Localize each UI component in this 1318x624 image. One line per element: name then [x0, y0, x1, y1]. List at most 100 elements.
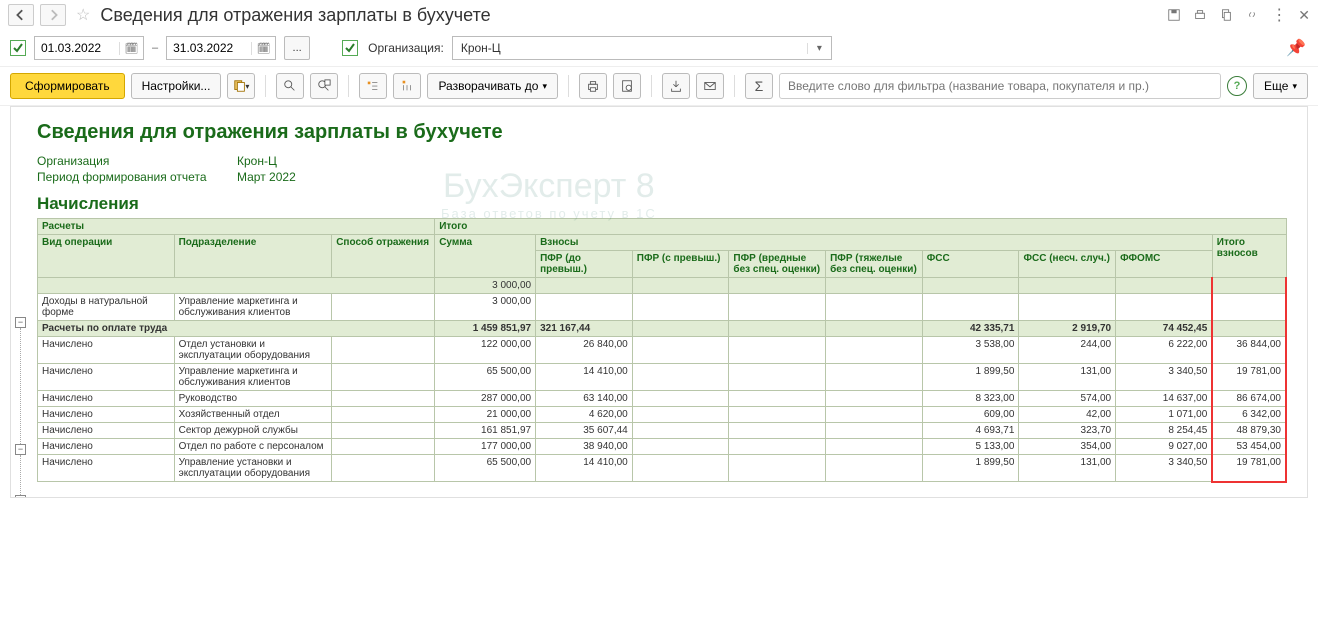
table-cell: Управление маркетинга и обслуживания кли…: [174, 294, 332, 321]
close-icon[interactable]: ✕: [1298, 7, 1310, 24]
title-actions: ⋮ ✕: [1167, 5, 1310, 25]
table-cell: [332, 364, 435, 391]
table-cell: [729, 407, 826, 423]
table-row: НачисленоСектор дежурной службы161 851,9…: [38, 423, 1287, 439]
tree-collapse-node[interactable]: −: [15, 317, 26, 328]
table-cell: [1212, 321, 1286, 337]
table-cell: [826, 364, 923, 391]
chevron-down-icon[interactable]: ▾: [807, 43, 831, 54]
org-select[interactable]: Крон-Ц ▾: [452, 36, 832, 60]
date-to-input[interactable]: [167, 41, 251, 55]
save-icon[interactable]: [1167, 8, 1181, 22]
settings-button[interactable]: Настройки...: [131, 73, 222, 99]
expand-one-button[interactable]: [310, 73, 338, 99]
horizontal-scrollbar[interactable]: [20, 498, 1298, 512]
toolbar: Сформировать Настройки... ▾ Разворачиват…: [0, 67, 1318, 106]
email-button[interactable]: [696, 73, 724, 99]
collapse-cols-button[interactable]: [393, 73, 421, 99]
copy-icon[interactable]: [1219, 8, 1233, 22]
table-cell: [536, 294, 633, 321]
generate-button[interactable]: Сформировать: [10, 73, 125, 99]
collapse-rows-button[interactable]: [359, 73, 387, 99]
table-cell: 48 879,30: [1212, 423, 1286, 439]
org-checkbox[interactable]: [342, 40, 358, 56]
calendar-icon[interactable]: 🗓: [119, 42, 143, 55]
date-to-field[interactable]: 🗓: [166, 36, 276, 60]
date-from-input[interactable]: [35, 41, 119, 55]
table-cell: 26 840,00: [536, 337, 633, 364]
table-cell: 63 140,00: [536, 391, 633, 407]
tree-collapse-node[interactable]: −: [15, 444, 26, 455]
variant-button[interactable]: ▾: [227, 73, 255, 99]
table-row: НачисленоОтдел по работе с персоналом177…: [38, 439, 1287, 455]
table-cell: [332, 455, 435, 482]
table-cell: Управление маркетинга и обслуживания кли…: [174, 364, 332, 391]
table-cell: Начислено: [38, 364, 175, 391]
table-cell: 3 000,00: [435, 278, 536, 294]
print-preview-button[interactable]: [613, 73, 641, 99]
dash: –: [152, 42, 158, 54]
table-cell: 65 500,00: [435, 364, 536, 391]
print-button[interactable]: [579, 73, 607, 99]
table-cell: 38 940,00: [536, 439, 633, 455]
table-cell: [826, 439, 923, 455]
table-cell: 1 899,50: [922, 364, 1019, 391]
table-cell: 8 323,00: [922, 391, 1019, 407]
table-cell: [922, 278, 1019, 294]
table-cell: 574,00: [1019, 391, 1116, 407]
table-cell: Хозяйственный отдел: [174, 407, 332, 423]
sum-button[interactable]: Σ: [745, 73, 773, 99]
filter-input[interactable]: [779, 73, 1221, 99]
table-cell: Доходы в натуральной форме: [38, 294, 175, 321]
table-cell: 14 637,00: [1116, 391, 1213, 407]
table-cell: [826, 278, 923, 294]
table-cell: [332, 423, 435, 439]
find-button[interactable]: [276, 73, 304, 99]
table-row: НачисленоУправление маркетинга и обслужи…: [38, 364, 1287, 391]
table-row: Расчеты по оплате труда1 459 851,97321 1…: [38, 321, 1287, 337]
table-body: 3 000,00Доходы в натуральной формеУправл…: [38, 278, 1287, 482]
table-row: НачисленоУправление установки и эксплуат…: [38, 455, 1287, 482]
table-cell: [332, 391, 435, 407]
table-cell: 8 254,45: [1116, 423, 1213, 439]
report-section-title: Начисления: [37, 194, 1307, 214]
table-cell: 3 340,50: [1116, 364, 1213, 391]
date-from-field[interactable]: 🗓: [34, 36, 144, 60]
save-file-button[interactable]: [662, 73, 690, 99]
link-icon[interactable]: [1245, 8, 1259, 22]
more-menu-icon[interactable]: ⋮: [1271, 5, 1286, 25]
title-bar: ☆ Сведения для отражения зарплаты в буху…: [0, 0, 1318, 30]
star-icon[interactable]: ☆: [76, 5, 90, 25]
table-cell: [729, 455, 826, 482]
table-row: НачисленоОтдел установки и эксплуатации …: [38, 337, 1287, 364]
table-cell: [826, 294, 923, 321]
more-button[interactable]: Еще ▾: [1253, 73, 1308, 99]
date-checkbox[interactable]: [10, 40, 26, 56]
print-icon[interactable]: [1193, 8, 1207, 22]
table-cell: Начислено: [38, 439, 175, 455]
table-cell: 74 452,45: [1116, 321, 1213, 337]
calendar-icon[interactable]: 🗓: [251, 42, 275, 55]
expand-to-button[interactable]: Разворачивать до ▾: [427, 73, 558, 99]
table-cell: 3 000,00: [435, 294, 536, 321]
table-cell: 354,00: [1019, 439, 1116, 455]
table-cell: 5 133,00: [922, 439, 1019, 455]
nav-forward-button[interactable]: [40, 4, 66, 26]
table-header: Расчеты Итого Вид операции Подразделение…: [38, 219, 1287, 278]
table-cell: [632, 294, 729, 321]
table-cell: [729, 423, 826, 439]
table-cell: Расчеты по оплате труда: [38, 321, 435, 337]
table-cell: [632, 364, 729, 391]
table-cell: [38, 278, 435, 294]
period-select-button[interactable]: ...: [284, 36, 310, 60]
table-cell: 19 781,00: [1212, 364, 1286, 391]
nav-back-button[interactable]: [8, 4, 34, 26]
table-cell: 3 340,50: [1116, 455, 1213, 482]
table-cell: [632, 278, 729, 294]
pin-icon[interactable]: 📌: [1286, 38, 1306, 58]
help-icon[interactable]: ?: [1227, 76, 1247, 96]
table-cell: 42,00: [1019, 407, 1116, 423]
table-cell: 244,00: [1019, 337, 1116, 364]
table-cell: 9 027,00: [1116, 439, 1213, 455]
table-cell: [729, 364, 826, 391]
